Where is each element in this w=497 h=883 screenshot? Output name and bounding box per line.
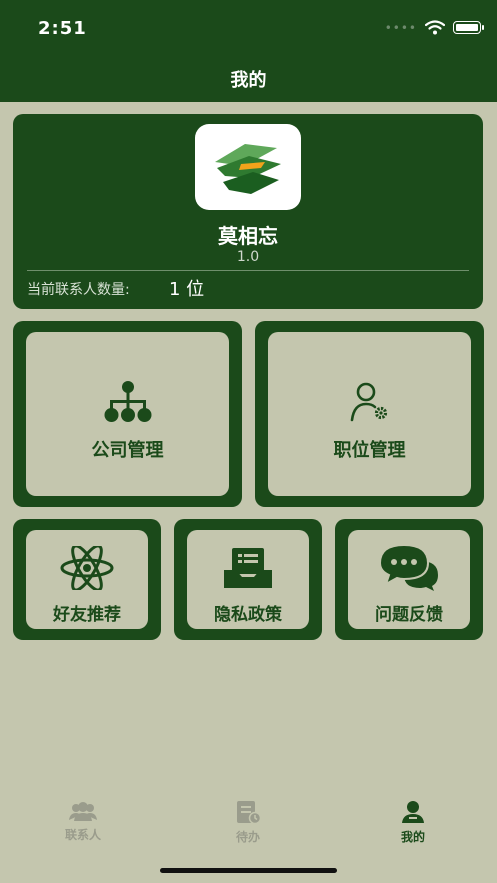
atom-icon — [60, 546, 114, 590]
tile-inner: 隐私政策 — [187, 530, 309, 629]
privacy-policy-button[interactable]: 隐私政策 — [174, 519, 322, 640]
tab-todo[interactable]: 待办 — [198, 800, 298, 845]
signal-icon: •••• — [384, 20, 417, 35]
tile-label: 好友推荐 — [53, 605, 121, 625]
tile-label: 职位管理 — [333, 440, 406, 461]
tile-inner: 职位管理 — [268, 332, 471, 496]
contact-count-label: 当前联系人数量: — [27, 282, 130, 298]
battery-icon — [453, 21, 484, 34]
wifi-icon — [425, 20, 445, 35]
tile-inner: 好友推荐 — [26, 530, 148, 629]
app-logo-icon — [215, 144, 281, 194]
tab-contacts[interactable]: 联系人 — [33, 800, 133, 843]
profile-icon — [402, 801, 424, 823]
position-management-button[interactable]: 职位管理 — [255, 321, 484, 507]
feedback-button[interactable]: 问题反馈 — [335, 519, 483, 640]
tile-label: 公司管理 — [91, 440, 164, 461]
tile-label: 隐私政策 — [214, 605, 282, 625]
user-gear-icon — [350, 382, 387, 422]
status-time: 2:51 — [38, 18, 87, 39]
tile-inner: 问题反馈 — [348, 530, 470, 629]
org-chart-icon — [104, 381, 151, 422]
company-management-button[interactable]: 公司管理 — [13, 321, 242, 507]
tab-label: 待办 — [235, 830, 260, 844]
tile-inner: 公司管理 — [26, 332, 229, 496]
app-name: 莫相忘 — [218, 224, 278, 248]
document-tray-icon — [224, 548, 272, 588]
friend-recommend-button[interactable]: 好友推荐 — [13, 519, 161, 640]
tab-label: 我的 — [400, 830, 425, 844]
app-info-card: 莫相忘 1.0 当前联系人数量: 1 位 — [13, 114, 483, 309]
contacts-icon — [69, 802, 97, 821]
tab-label: 联系人 — [64, 828, 101, 842]
home-indicator[interactable] — [160, 868, 337, 873]
header: 2:51 •••• 我的 — [0, 0, 497, 102]
tile-label: 问题反馈 — [375, 605, 443, 625]
page-title: 我的 — [230, 70, 267, 91]
divider — [27, 270, 469, 271]
status-icons: •••• — [384, 20, 484, 35]
todo-icon — [237, 801, 261, 824]
contact-count-value: 1 位 — [169, 279, 205, 300]
app-logo — [195, 124, 301, 210]
chat-bubbles-icon — [378, 543, 438, 591]
tab-mine[interactable]: 我的 — [363, 800, 463, 845]
app-version: 1.0 — [236, 249, 260, 265]
